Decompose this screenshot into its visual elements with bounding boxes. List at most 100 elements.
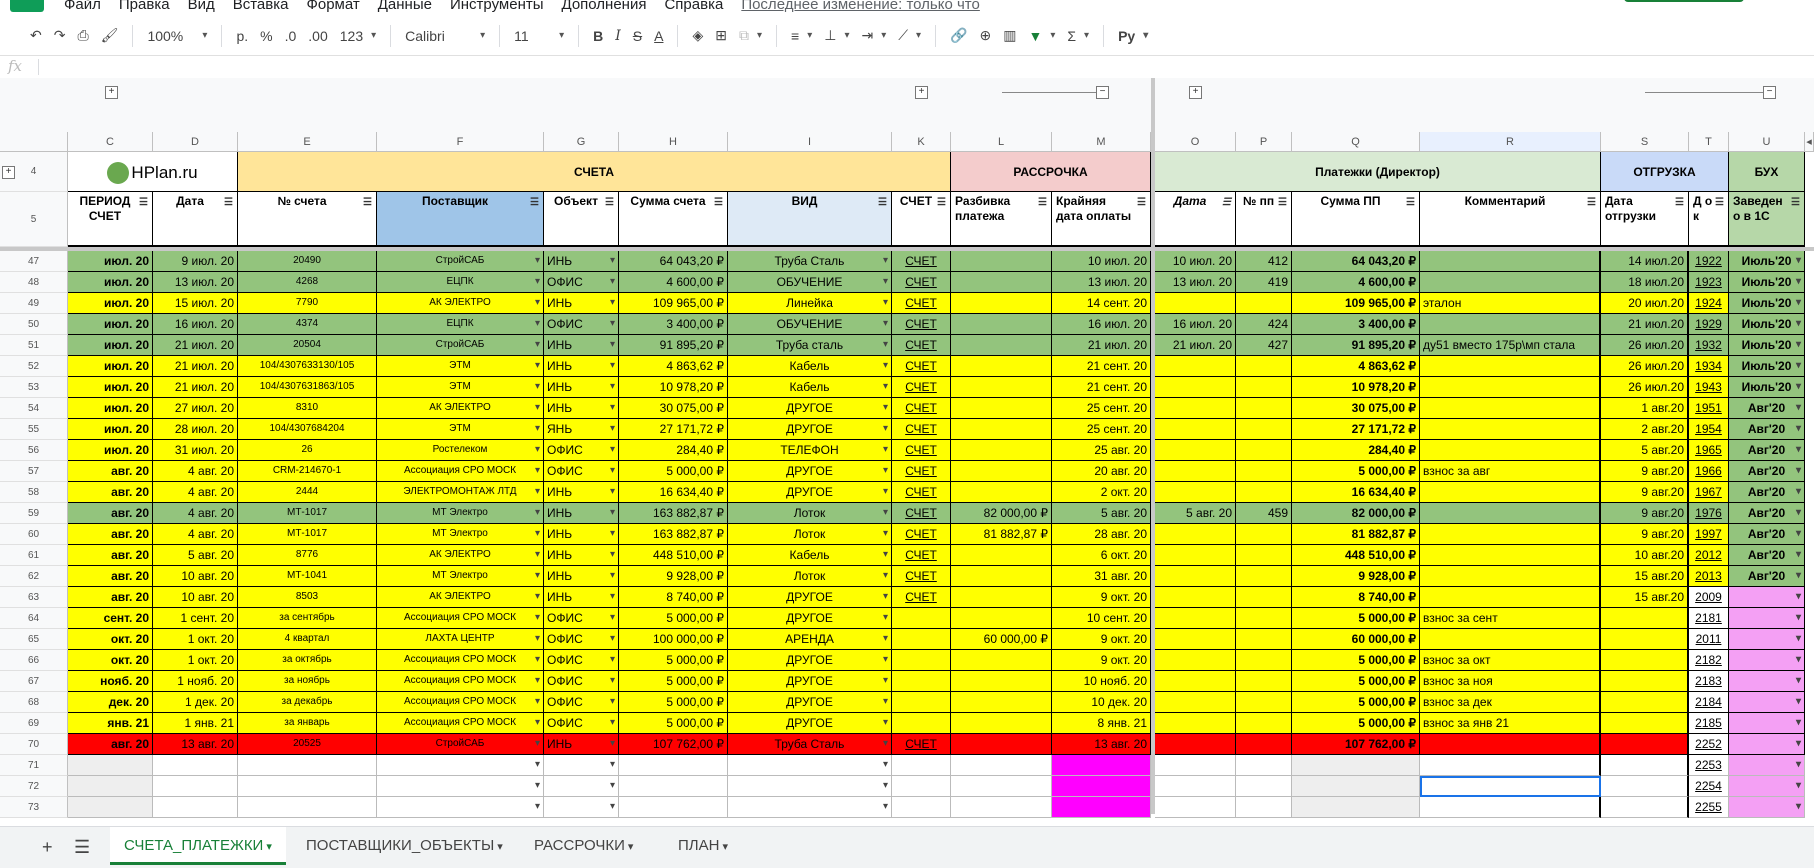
cell[interactable]: МТ-1017 bbox=[238, 503, 377, 524]
collapse-group-icon[interactable]: − bbox=[1096, 86, 1109, 99]
row-header-67[interactable]: 67 bbox=[0, 671, 68, 692]
sheet-tab[interactable]: ПОСТАВЩИКИ_ОБЪЕКТЫ bbox=[292, 827, 517, 865]
cell[interactable]: 419 bbox=[1236, 272, 1292, 293]
cell[interactable]: 5 авг. 20 bbox=[1155, 503, 1236, 524]
borders-icon[interactable]: ⊞ bbox=[709, 22, 733, 50]
cell[interactable] bbox=[1155, 293, 1236, 314]
cell[interactable]: АК ЭЛЕКТРО bbox=[377, 293, 544, 314]
cell[interactable]: 412 bbox=[1236, 251, 1292, 272]
cell[interactable] bbox=[951, 587, 1052, 608]
filter-icon[interactable]: ☰ bbox=[1406, 195, 1415, 210]
cell[interactable]: 60 000,00 ₽ bbox=[1292, 629, 1420, 650]
cell[interactable]: окт. 20 bbox=[68, 650, 153, 671]
cell[interactable] bbox=[377, 776, 544, 797]
cell[interactable]: Труба Сталь bbox=[728, 251, 892, 272]
column-header-h[interactable]: H bbox=[619, 132, 728, 152]
cell[interactable]: ОФИС bbox=[544, 608, 619, 629]
cell[interactable]: 4374 bbox=[238, 314, 377, 335]
cell[interactable]: 14 сент. 20 bbox=[1052, 293, 1151, 314]
cell[interactable] bbox=[951, 335, 1052, 356]
menu-item[interactable]: Инструменты bbox=[450, 0, 544, 13]
cell[interactable] bbox=[1236, 293, 1292, 314]
cell[interactable]: июл. 20 bbox=[68, 272, 153, 293]
cell[interactable]: 427 bbox=[1236, 335, 1292, 356]
cell[interactable] bbox=[951, 293, 1052, 314]
cell[interactable] bbox=[1155, 692, 1236, 713]
cell[interactable]: 5 000,00 ₽ bbox=[619, 608, 728, 629]
cell[interactable] bbox=[1052, 755, 1151, 776]
menu-item[interactable]: Правка bbox=[119, 0, 170, 13]
text-color-button[interactable]: A bbox=[648, 22, 669, 50]
row-header-71[interactable]: 71 bbox=[0, 755, 68, 776]
filter-icon[interactable]: ☰ bbox=[1038, 195, 1047, 210]
cell[interactable]: за декабрь bbox=[238, 692, 377, 713]
cell[interactable]: ду51 вместо 175р\мп стала bbox=[1420, 335, 1601, 356]
row-header-51[interactable]: 51 bbox=[0, 335, 68, 356]
cell[interactable]: 10 сент. 20 bbox=[1052, 608, 1151, 629]
cell[interactable] bbox=[1155, 650, 1236, 671]
cell[interactable]: за октябрь bbox=[238, 650, 377, 671]
cell[interactable]: Ассоциация СРО МОСК bbox=[377, 692, 544, 713]
cell[interactable]: 13 июл. 20 bbox=[1052, 272, 1151, 293]
cell[interactable]: 4268 bbox=[238, 272, 377, 293]
cell[interactable]: ОФИС bbox=[544, 650, 619, 671]
cell[interactable]: 18 июл.20 bbox=[1601, 272, 1689, 293]
cell[interactable]: 10 июл. 20 bbox=[1052, 251, 1151, 272]
cell[interactable]: 163 882,87 ₽ bbox=[619, 524, 728, 545]
column-header-f[interactable]: F bbox=[377, 132, 544, 152]
cell[interactable] bbox=[951, 461, 1052, 482]
cell[interactable] bbox=[951, 734, 1052, 755]
cell[interactable]: ЯНЬ bbox=[544, 419, 619, 440]
cell[interactable] bbox=[1420, 629, 1601, 650]
cell[interactable]: МТ-1017 bbox=[238, 524, 377, 545]
row-header-54[interactable]: 54 bbox=[0, 398, 68, 419]
cell[interactable]: 1997 bbox=[1689, 524, 1729, 545]
cell[interactable]: взнос за ноя bbox=[1420, 671, 1601, 692]
column-header-r[interactable]: R bbox=[1420, 132, 1601, 152]
cell[interactable]: 31 авг. 20 bbox=[1052, 566, 1151, 587]
cell[interactable]: 1929 bbox=[1689, 314, 1729, 335]
cell[interactable]: 6 окт. 20 bbox=[1052, 545, 1151, 566]
menu-item[interactable]: Дополнения bbox=[562, 0, 647, 13]
cell[interactable]: 1943 bbox=[1689, 377, 1729, 398]
cell[interactable] bbox=[68, 797, 153, 818]
cell[interactable]: 20490 bbox=[238, 251, 377, 272]
cell[interactable] bbox=[1155, 587, 1236, 608]
cell[interactable] bbox=[1420, 251, 1601, 272]
cell[interactable] bbox=[728, 797, 892, 818]
cell[interactable] bbox=[1729, 629, 1805, 650]
filter-icon[interactable]: ☰ bbox=[224, 195, 233, 210]
fill-color-icon[interactable]: ◈ bbox=[686, 22, 709, 50]
cell[interactable] bbox=[1155, 461, 1236, 482]
cell[interactable] bbox=[1420, 356, 1601, 377]
scroll-right-icon[interactable]: ◂ bbox=[1805, 132, 1814, 152]
cell[interactable] bbox=[1236, 692, 1292, 713]
cell[interactable]: 21 июл. 20 bbox=[1155, 335, 1236, 356]
cell[interactable] bbox=[1155, 776, 1236, 797]
last-edit-link[interactable]: Последнее изменение: только что bbox=[741, 0, 980, 13]
column-header-e[interactable]: E bbox=[238, 132, 377, 152]
cell[interactable]: 20525 bbox=[238, 734, 377, 755]
cell[interactable]: 2 окт. 20 bbox=[1052, 482, 1151, 503]
column-header-g[interactable]: G bbox=[544, 132, 619, 152]
cell[interactable]: Ассоциация СРО МОСК bbox=[377, 713, 544, 734]
cell[interactable]: авг. 20 bbox=[68, 545, 153, 566]
cell[interactable]: 4 863,62 ₽ bbox=[619, 356, 728, 377]
cell[interactable] bbox=[1601, 797, 1689, 818]
cell[interactable]: взнос за янв 21 bbox=[1420, 713, 1601, 734]
cell[interactable]: 4 600,00 ₽ bbox=[1292, 272, 1420, 293]
cell[interactable]: июл. 20 bbox=[68, 356, 153, 377]
undo-icon[interactable]: ↶ bbox=[24, 22, 48, 50]
row-header-53[interactable]: 53 bbox=[0, 377, 68, 398]
row-header-69[interactable]: 69 bbox=[0, 713, 68, 734]
cell[interactable]: 5 000,00 ₽ bbox=[619, 713, 728, 734]
cell[interactable] bbox=[1729, 587, 1805, 608]
cell[interactable]: 15 авг.20 bbox=[1601, 566, 1689, 587]
cell[interactable]: 9 окт. 20 bbox=[1052, 587, 1151, 608]
cell[interactable]: ИНЬ bbox=[544, 503, 619, 524]
cell[interactable]: 9 авг.20 bbox=[1601, 482, 1689, 503]
cell[interactable]: ОФИС bbox=[544, 440, 619, 461]
cell[interactable] bbox=[951, 755, 1052, 776]
filter-icon[interactable]: ☰ bbox=[1587, 195, 1596, 210]
cell[interactable] bbox=[1420, 377, 1601, 398]
